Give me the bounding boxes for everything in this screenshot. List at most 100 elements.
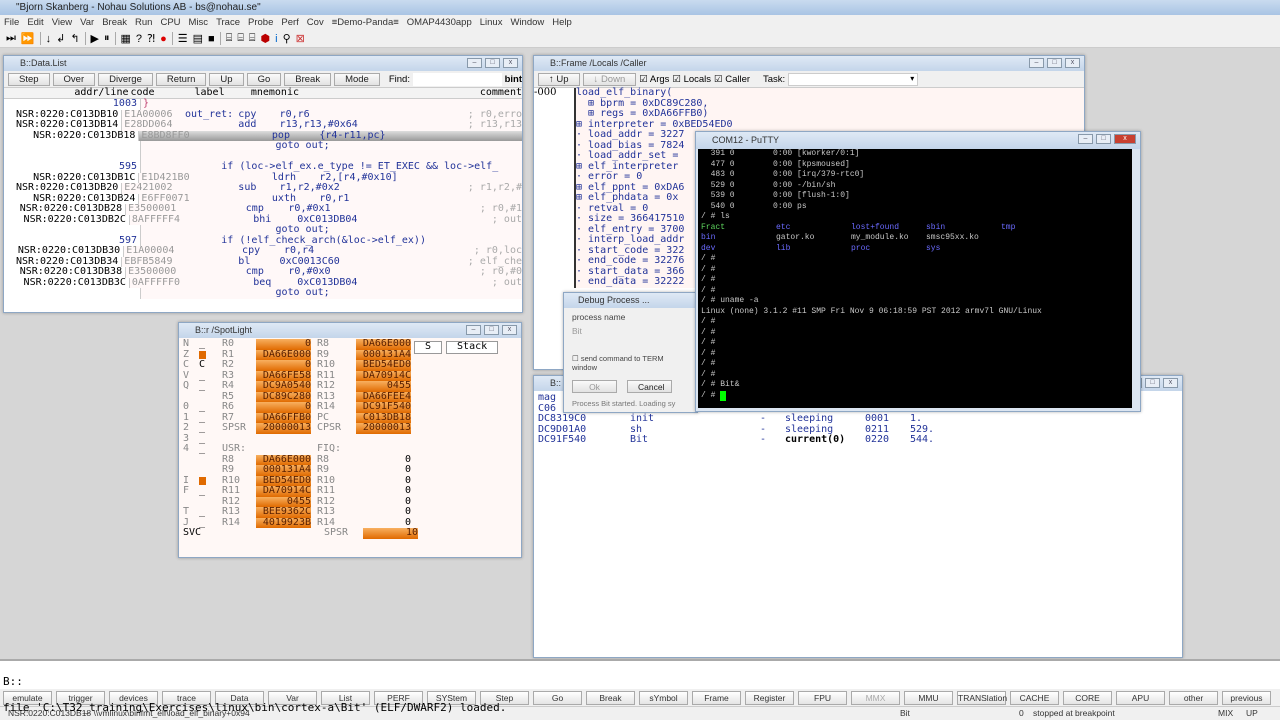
mode-icon[interactable]: ▦: [121, 32, 131, 45]
register-value[interactable]: [256, 444, 311, 455]
task-row[interactable]: DC8319C0 init - sleeping 0001 1.: [538, 413, 1178, 425]
register-value[interactable]: DC91F540: [356, 401, 411, 413]
register-value[interactable]: 0: [256, 359, 311, 371]
register-value[interactable]: 20000013: [356, 422, 411, 434]
flag-value[interactable]: _: [197, 338, 216, 350]
process-name-input[interactable]: Bit: [572, 326, 689, 346]
menu-15[interactable]: Window: [510, 17, 544, 28]
flag-value[interactable]: _: [197, 422, 216, 434]
header-addr[interactable]: addr/line: [4, 87, 128, 98]
frame-line[interactable]: load_elf_binary(: [576, 87, 1084, 99]
header-comment[interactable]: comment: [480, 87, 522, 98]
over-button[interactable]: Over: [52, 72, 96, 86]
return-icon[interactable]: ↲: [56, 32, 65, 45]
search-icon[interactable]: ⚲: [283, 32, 291, 45]
register-value[interactable]: 0455: [356, 380, 411, 392]
maximize-button[interactable]: □: [484, 325, 499, 335]
maximize-button[interactable]: □: [1096, 134, 1111, 144]
frame2-icon[interactable]: ⌸: [237, 32, 244, 45]
list-icon[interactable]: ☰: [178, 32, 188, 45]
context-help-icon[interactable]: ⁈: [147, 32, 155, 45]
register-value[interactable]: 000131A4: [256, 464, 311, 476]
menu-14[interactable]: Linux: [480, 17, 503, 28]
table-row[interactable]: NSR:0220:C013DB38 E3500000 cmp r0,#0x0 ; r0,…: [4, 266, 522, 278]
up-icon[interactable]: ↰: [70, 32, 79, 45]
menu-9[interactable]: Probe: [248, 17, 273, 28]
cancel-button[interactable]: Cancel: [627, 380, 672, 393]
minimize-button[interactable]: –: [1078, 134, 1093, 144]
down-button[interactable]: ↓ Down: [582, 72, 637, 86]
minimize-button[interactable]: –: [466, 325, 481, 335]
menu-7[interactable]: Misc: [189, 17, 209, 28]
flag-value[interactable]: [197, 465, 216, 476]
header-code[interactable]: code: [129, 87, 191, 98]
help-icon[interactable]: ?: [136, 33, 142, 45]
register-value[interactable]: 0: [356, 485, 411, 497]
args-checkbox[interactable]: ☑ Args: [639, 74, 669, 85]
table-row[interactable]: NSR:0220:C013DB14 E28DD064 add r13,r13,#0x6…: [4, 119, 522, 131]
break-icon[interactable]: ⏸: [104, 32, 110, 45]
s-button[interactable]: S: [414, 341, 443, 354]
frame-icon[interactable]: ⌸: [226, 32, 233, 45]
frame-line[interactable]: ⊞ regs = 0xDA66FFB0): [576, 108, 1084, 120]
menu-8[interactable]: Trace: [216, 17, 240, 28]
register-value[interactable]: 10: [363, 527, 418, 539]
menu-13[interactable]: OMAP4430app: [407, 17, 472, 28]
register-value[interactable]: 20000013: [256, 422, 311, 434]
table-row[interactable]: NSR:0220:C013DB28 E3500001 cmp r0,#0x1 ; r0,…: [4, 203, 522, 215]
go-icon[interactable]: ▶: [91, 32, 99, 45]
menu-4[interactable]: Break: [102, 17, 127, 28]
terminal-prompt-line[interactable]: / #: [701, 390, 1132, 402]
flag-value[interactable]: _: [197, 443, 216, 455]
register-value[interactable]: DA66E000: [256, 349, 311, 360]
diverge-button[interactable]: Diverge: [98, 72, 153, 86]
flag-value[interactable]: _: [197, 401, 216, 413]
break-button[interactable]: Break: [284, 72, 332, 86]
flag-value[interactable]: C: [197, 359, 216, 371]
flag-set-indicator[interactable]: [199, 476, 206, 485]
stack-button[interactable]: Stack: [446, 341, 499, 354]
register-value[interactable]: 0: [356, 496, 411, 508]
table-row[interactable]: goto out;: [4, 140, 522, 152]
close-button[interactable]: x: [502, 325, 517, 335]
flag-value[interactable]: _: [197, 506, 216, 518]
register-value[interactable]: [356, 434, 411, 445]
find-input[interactable]: [412, 72, 502, 86]
command-area[interactable]: B:: file 'C:\T32_training\Exercises\linu…: [0, 659, 1280, 714]
menu-12[interactable]: ≡Demo-Panda≡: [332, 17, 399, 28]
memory-icon[interactable]: ■: [208, 33, 215, 45]
maximize-button[interactable]: □: [485, 58, 500, 68]
caller-checkbox[interactable]: ☑ Caller: [714, 74, 750, 85]
menu-0[interactable]: File: [4, 17, 19, 28]
frame3-icon[interactable]: ⌸: [249, 32, 256, 45]
minimize-button[interactable]: –: [467, 58, 482, 68]
table-row[interactable]: NSR:0220:C013DB30 E1A00004 cpy r0,r4 ; r0,lo…: [4, 245, 522, 257]
table-row[interactable]: 1003}: [4, 98, 522, 110]
register-value[interactable]: 0: [256, 338, 311, 350]
register-value[interactable]: 4019923B: [256, 517, 311, 528]
register-value[interactable]: BEE9362C: [256, 506, 311, 518]
register-value[interactable]: [256, 434, 311, 445]
up-button[interactable]: ↑ Up: [538, 72, 580, 86]
close-button[interactable]: x: [503, 58, 518, 68]
register-value[interactable]: DC9A0540: [256, 380, 311, 392]
terminal[interactable]: 391 0 0:00 [kworker/0:1] 477 0 0:00 [kps…: [698, 149, 1132, 408]
table-row[interactable]: goto out;: [4, 287, 522, 299]
menu-5[interactable]: Run: [135, 17, 152, 28]
table-row[interactable]: 595 if (loc->elf_ex.e_type != ET_EXEC &&…: [4, 161, 522, 173]
close-button[interactable]: x: [1065, 58, 1080, 68]
return-button[interactable]: Return: [155, 72, 207, 86]
menu-16[interactable]: Help: [552, 17, 572, 28]
flag-value[interactable]: [197, 455, 216, 466]
register-value[interactable]: 0: [256, 401, 311, 413]
header-mnemonic[interactable]: mnemonic: [251, 87, 480, 98]
task-select[interactable]: ▾: [788, 72, 919, 86]
register-value[interactable]: DA70914C: [256, 485, 311, 497]
register-value[interactable]: 0: [356, 454, 411, 466]
locals-checkbox[interactable]: ☑ Locals: [672, 74, 711, 85]
flag-value[interactable]: _: [197, 485, 216, 497]
over-icon[interactable]: ⏩: [21, 32, 35, 45]
menu-1[interactable]: Edit: [27, 17, 43, 28]
register-value[interactable]: [356, 444, 411, 455]
table-row[interactable]: goto out;: [4, 224, 522, 236]
